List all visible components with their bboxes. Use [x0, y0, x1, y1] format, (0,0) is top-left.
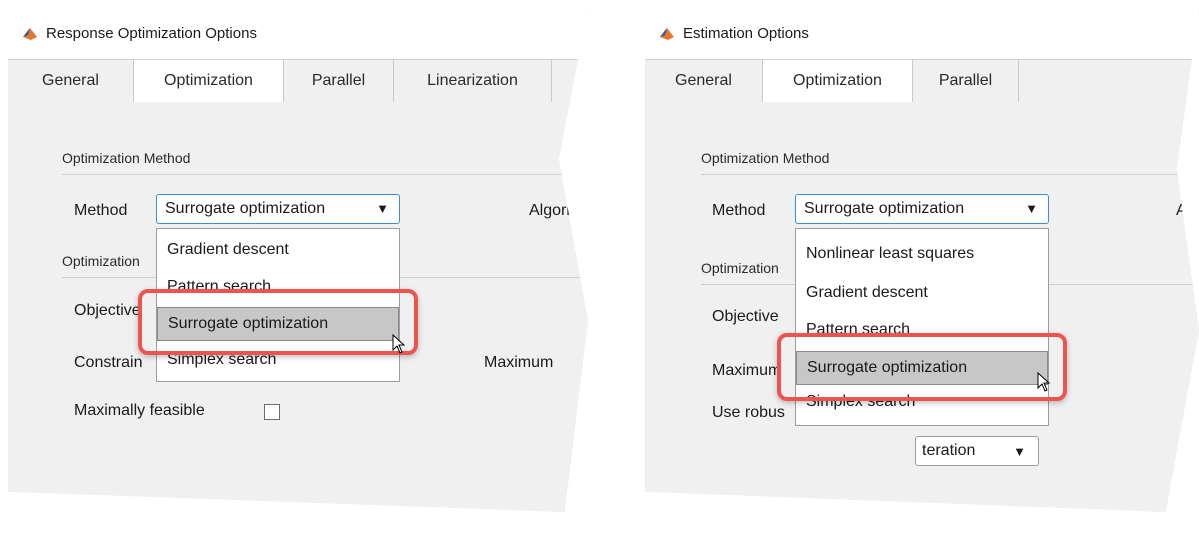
constraint-label: Constrain	[74, 354, 143, 371]
option-nonlinear-least-squares[interactable]: Nonlinear least squares	[796, 237, 1048, 271]
title-bar: Response Optimization Options	[8, 8, 588, 59]
triangle-down-icon: ▼	[1013, 444, 1026, 459]
tab-general[interactable]: General	[8, 60, 134, 102]
tab-parallel[interactable]: Parallel	[913, 60, 1019, 102]
method-value: Surrogate optimization	[804, 200, 965, 217]
maximum-label: Maximum	[484, 354, 554, 371]
use-robust-label: Use robus	[712, 404, 785, 421]
matlab-logo-icon	[659, 26, 675, 42]
window-title: Estimation Options	[683, 25, 809, 42]
maximum-label: Maximum	[712, 362, 782, 379]
method-dropdown[interactable]: Surrogate optimization ▼	[795, 194, 1049, 224]
method-label: Method	[74, 202, 128, 219]
tab-content: Optimization Method Method Surrogate opt…	[8, 102, 588, 512]
tab-content: Optimization Method Method Surrogate opt…	[645, 102, 1199, 512]
tab-strip: General Optimization Parallel Linearizat…	[8, 59, 588, 103]
section-title-method: Optimization Method	[701, 150, 830, 166]
mouse-pointer-icon	[392, 333, 406, 359]
matlab-logo-icon	[22, 26, 38, 42]
section-title-options: Optimization	[62, 253, 140, 269]
method-label: Method	[712, 202, 766, 219]
iteration-value: teration	[922, 442, 976, 459]
objective-label: Objective	[74, 302, 141, 319]
maximally-feasible-label: Maximally feasible	[74, 402, 205, 419]
triangle-down-icon: ▼	[1025, 201, 1038, 216]
tab-linearization[interactable]: Linearization	[394, 60, 552, 102]
tab-parallel[interactable]: Parallel	[284, 60, 394, 102]
tab-optimization[interactable]: Optimization	[763, 60, 913, 103]
divider	[701, 174, 1199, 175]
method-value: Surrogate optimization	[165, 200, 326, 217]
algorithm-label: Algorithm	[529, 202, 588, 219]
option-gradient-descent[interactable]: Gradient descent	[157, 233, 399, 267]
tab-optimization[interactable]: Optimization	[134, 60, 284, 103]
estimation-options-dialog: Estimation Options General Optimization …	[645, 8, 1199, 512]
tab-general[interactable]: General	[645, 60, 763, 102]
tab-strip: General Optimization Parallel	[645, 59, 1199, 103]
window-title: Response Optimization Options	[46, 25, 257, 42]
title-bar: Estimation Options	[645, 8, 1199, 59]
section-title-method: Optimization Method	[62, 150, 191, 166]
mouse-pointer-icon	[1037, 371, 1051, 397]
divider	[62, 174, 588, 175]
option-gradient-descent[interactable]: Gradient descent	[796, 276, 1048, 310]
method-dropdown[interactable]: Surrogate optimization ▼	[156, 194, 400, 224]
algorithm-label: A	[1176, 202, 1187, 219]
objective-label: Objective	[712, 308, 779, 325]
red-highlight-box	[777, 333, 1067, 401]
maximally-feasible-checkbox[interactable]	[264, 404, 280, 420]
section-title-options: Optimization	[701, 260, 779, 276]
triangle-down-icon: ▼	[376, 201, 389, 216]
response-optimization-options-dialog: Response Optimization Options General Op…	[8, 8, 588, 512]
iteration-dropdown[interactable]: teration ▼	[915, 436, 1039, 466]
red-highlight-box	[138, 289, 418, 355]
